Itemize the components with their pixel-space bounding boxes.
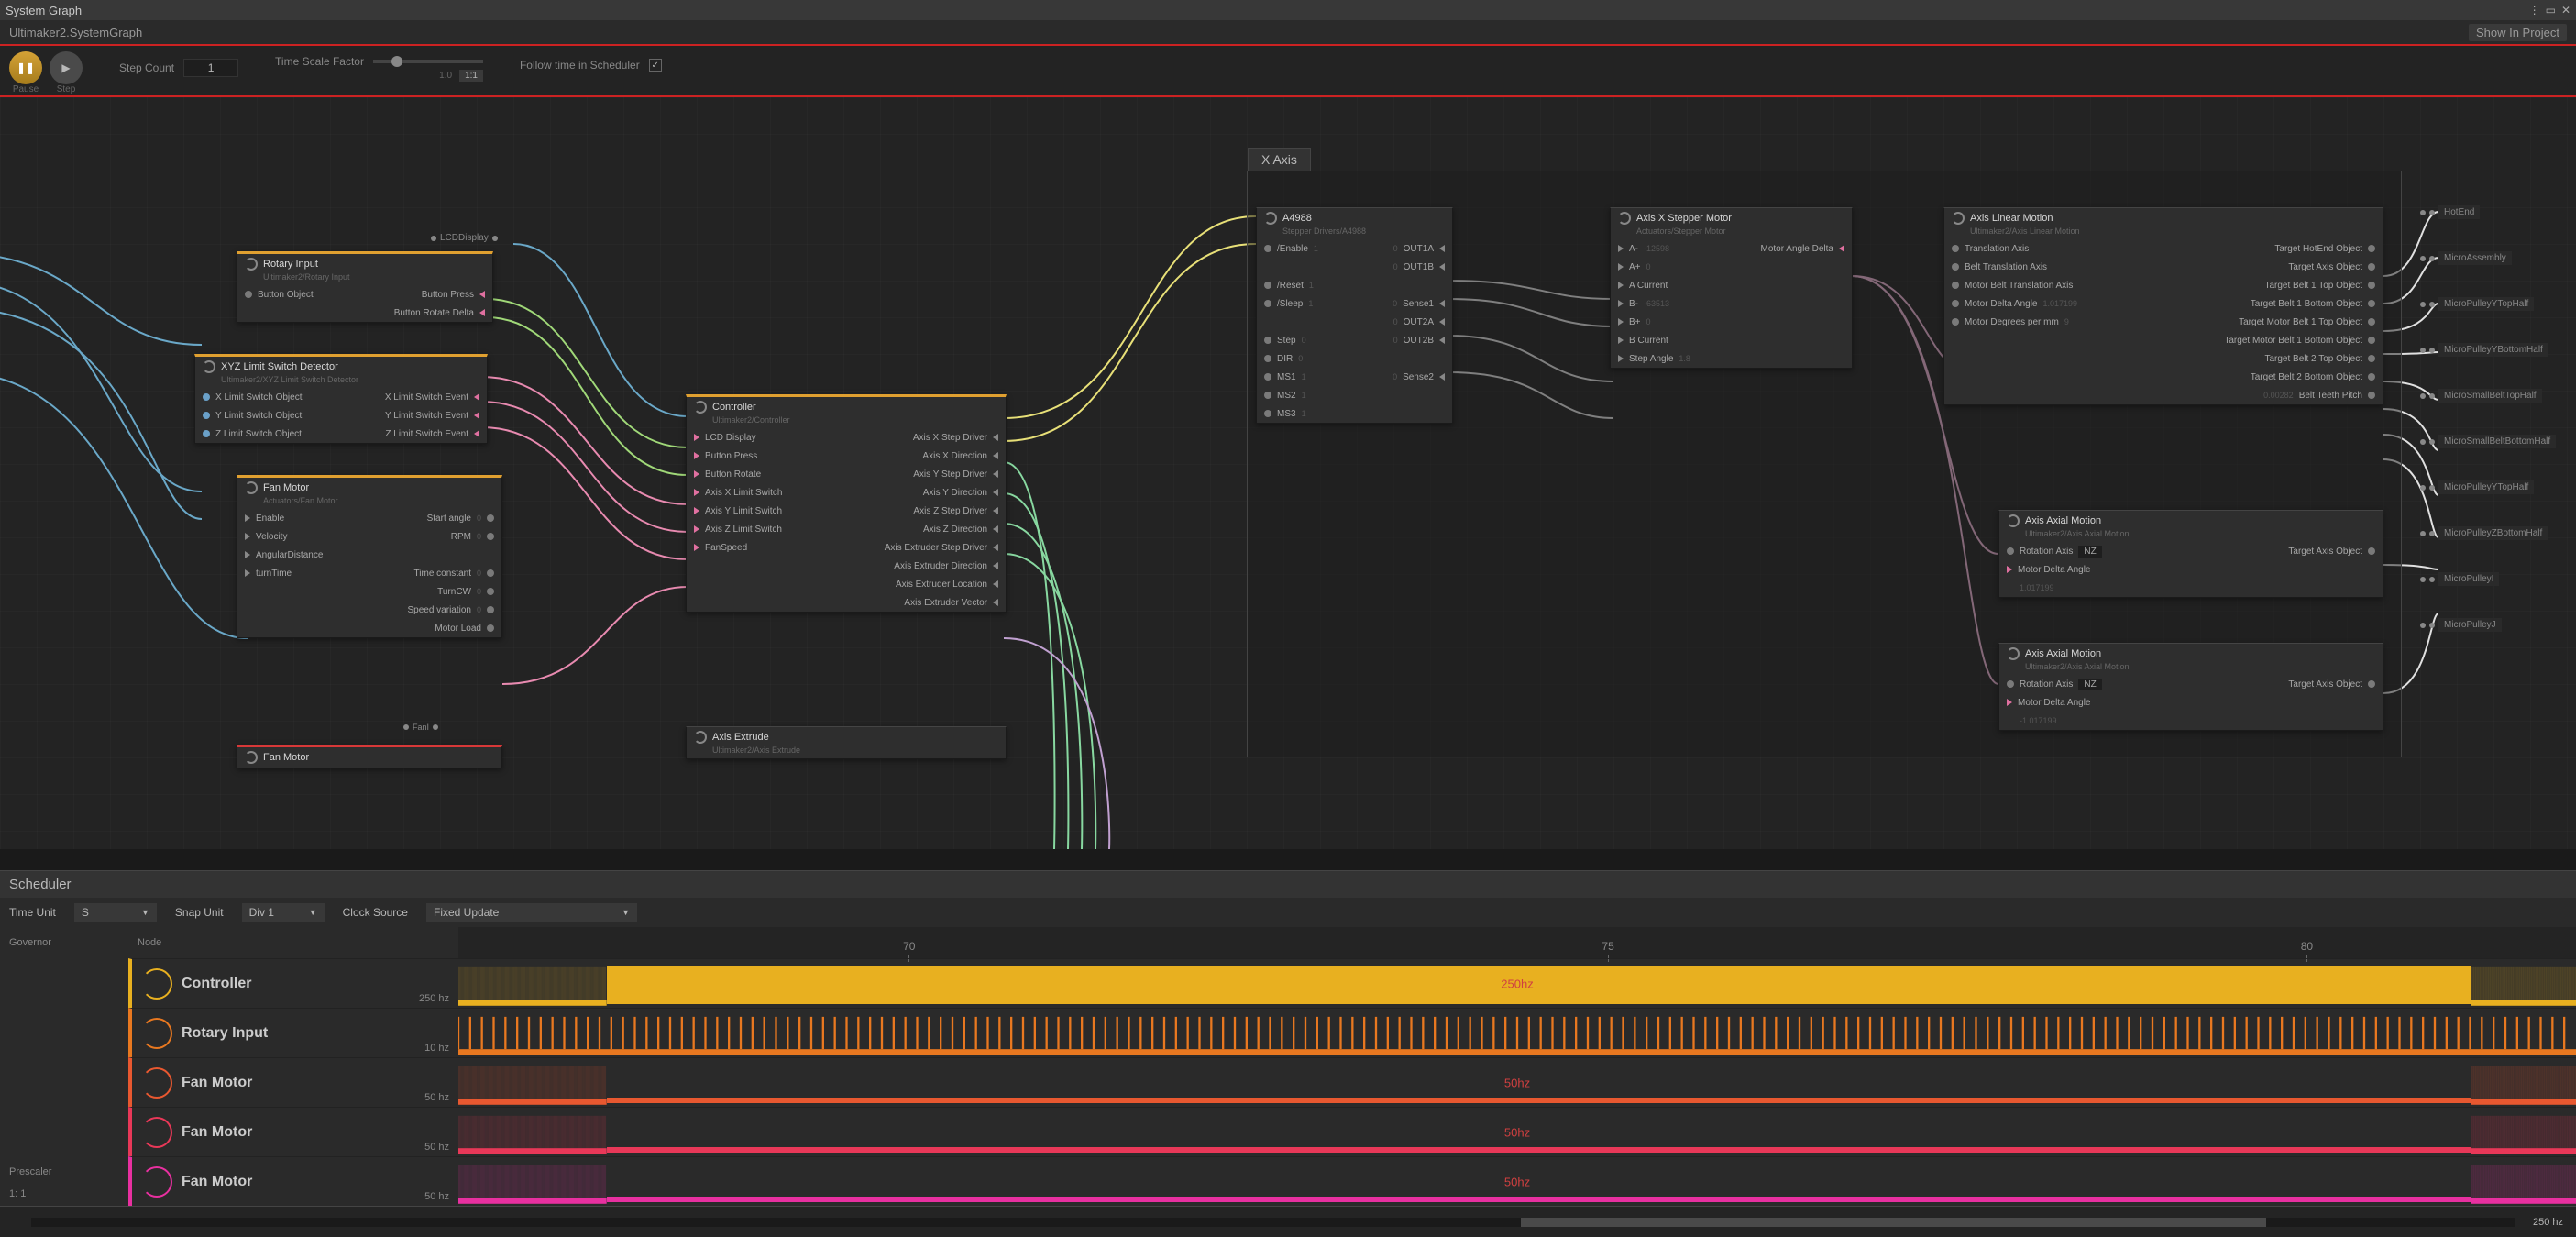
fan-tag: FanI: [413, 723, 429, 732]
time-scale-label: Time Scale Factor: [275, 55, 364, 68]
refresh-icon: [2007, 514, 2020, 527]
track-Rotary Input[interactable]: Rotary Input10 hz: [128, 1008, 458, 1057]
breadcrumb-bar: Ultimaker2.SystemGraph Show In Project: [0, 20, 2576, 44]
toolbar: ❚❚ Pause ▶ Step Step Count 1 Time Scale …: [0, 46, 2576, 95]
node-axis-extrude[interactable]: Axis Extrude Ultimaker2/Axis Extrude: [686, 726, 1007, 759]
snap-unit-label: Snap Unit: [175, 906, 224, 919]
menu-icon[interactable]: ⋮: [2529, 4, 2540, 17]
time-unit-dropdown[interactable]: S▼: [74, 903, 157, 922]
node-xyz-limit[interactable]: XYZ Limit Switch Detector Ultimaker2/XYZ…: [194, 354, 488, 444]
waveform-row[interactable]: 50hz: [458, 1057, 2576, 1107]
titlebar: System Graph ⋮ ▭ ✕: [0, 0, 2576, 20]
waveform-row[interactable]: 50hz: [458, 1156, 2576, 1206]
node-rotary-input[interactable]: Rotary Input Ultimaker2/Rotary Input But…: [237, 251, 493, 323]
sink-MicroSmallBeltBottomHalf[interactable]: MicroSmallBeltBottomHalf: [2420, 435, 2556, 448]
timeline-ruler[interactable]: 70 75 80: [458, 927, 2576, 958]
node-fan-motor-2[interactable]: Fan Motor: [237, 745, 502, 768]
refresh-icon: [1952, 212, 1965, 225]
waveform-row[interactable]: 50hz: [458, 1107, 2576, 1156]
prescaler-label: Prescaler: [0, 1156, 128, 1187]
node-stepper[interactable]: Axis X Stepper Motor Actuators/Stepper M…: [1610, 207, 1853, 369]
window-buttons: ⋮ ▭ ✕: [2529, 4, 2570, 17]
step-count-label: Step Count: [119, 61, 174, 74]
sink-MicroPulleyZBottomHalf[interactable]: MicroPulleyZBottomHalf: [2420, 526, 2548, 540]
sink-MicroPulleyJ[interactable]: MicroPulleyJ: [2420, 618, 2502, 632]
step-button[interactable]: ▶: [50, 51, 83, 84]
scheduler-panel: Scheduler Time Unit S▼ Snap Unit Div 1▼ …: [0, 870, 2576, 1237]
track-Fan Motor[interactable]: Fan Motor50 hz: [128, 1156, 458, 1206]
window-title: System Graph: [6, 4, 82, 17]
clock-source-dropdown[interactable]: Fixed Update▼: [426, 903, 637, 922]
node-linear-motion[interactable]: Axis Linear Motion Ultimaker2/Axis Linea…: [1943, 207, 2383, 405]
node-a4988[interactable]: A4988 Stepper Drivers/A4988 /Enable10OUT…: [1256, 207, 1453, 424]
timeline-scrollbar[interactable]: [31, 1218, 2515, 1227]
snap-unit-dropdown[interactable]: Div 1▼: [242, 903, 325, 922]
waveform-row[interactable]: 250hz: [458, 958, 2576, 1008]
sink-MicroPulleyYTopHalf[interactable]: MicroPulleyYTopHalf: [2420, 297, 2534, 311]
node-axial-2[interactable]: Axis Axial Motion Ultimaker2/Axis Axial …: [1998, 643, 2383, 731]
governor-header: Governor: [0, 927, 128, 958]
time-unit-label: Time Unit: [9, 906, 56, 919]
refresh-icon: [203, 360, 215, 373]
node-fan-motor[interactable]: Fan Motor Actuators/Fan Motor EnableStar…: [237, 475, 502, 638]
node-header: Node: [128, 927, 458, 958]
refresh-icon: [1264, 212, 1277, 225]
group-tab[interactable]: X Axis: [1248, 148, 1311, 171]
min-icon[interactable]: ▭: [2546, 4, 2556, 17]
refresh-icon: [694, 731, 707, 744]
sink-MicroPulleyI[interactable]: MicroPulleyI: [2420, 572, 2499, 586]
sink-MicroAssembly[interactable]: MicroAssembly: [2420, 251, 2512, 265]
pause-button[interactable]: ❚❚: [9, 51, 42, 84]
sink-MicroPulleyYTopHalf[interactable]: MicroPulleyYTopHalf: [2420, 480, 2534, 494]
show-in-project-button[interactable]: Show In Project: [2469, 24, 2567, 41]
graph-path: Ultimaker2.SystemGraph: [9, 26, 142, 39]
refresh-icon: [694, 401, 707, 414]
refresh-icon: [2007, 647, 2020, 660]
node-controller[interactable]: Controller Ultimaker2/Controller LCD Dis…: [686, 394, 1007, 613]
track-Controller[interactable]: Controller250 hz: [128, 958, 458, 1008]
sink-MicroSmallBeltTopHalf[interactable]: MicroSmallBeltTopHalf: [2420, 389, 2542, 403]
refresh-icon: [245, 481, 258, 494]
track-Fan Motor[interactable]: Fan Motor50 hz: [128, 1057, 458, 1107]
clock-source-label: Clock Source: [343, 906, 408, 919]
time-scale-slider[interactable]: [373, 60, 483, 63]
refresh-icon: [1618, 212, 1631, 225]
follow-checkbox[interactable]: ✓: [649, 59, 662, 72]
sink-MicroPulleyYBottomHalf[interactable]: MicroPulleyYBottomHalf: [2420, 343, 2548, 357]
track-Fan Motor[interactable]: Fan Motor50 hz: [128, 1107, 458, 1156]
scheduler-title: Scheduler: [0, 871, 2576, 898]
refresh-icon: [245, 751, 258, 764]
waveform-row[interactable]: [458, 1008, 2576, 1057]
sink-HotEnd[interactable]: HotEnd: [2420, 205, 2480, 219]
footer-hz: 250 hz: [2533, 1217, 2563, 1228]
node-axial-1[interactable]: Axis Axial Motion Ultimaker2/Axis Axial …: [1998, 510, 2383, 598]
close-icon[interactable]: ✕: [2561, 4, 2570, 17]
step-count-field[interactable]: 1: [183, 59, 238, 77]
lcd-tag: LCDDisplay: [440, 233, 489, 243]
refresh-icon: [245, 258, 258, 271]
follow-label: Follow time in Scheduler: [520, 59, 640, 72]
node-graph[interactable]: LCDDisplay Rotary Input Ultimaker2/Rotar…: [0, 97, 2576, 849]
